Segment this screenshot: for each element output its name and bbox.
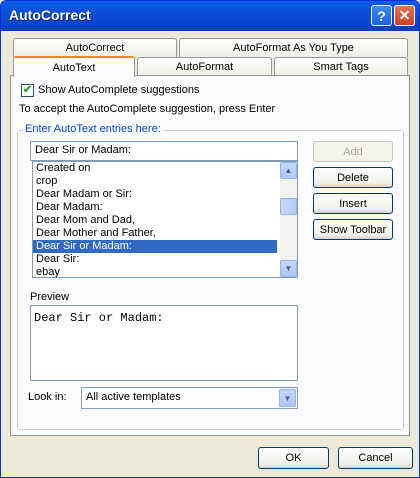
preview-box: Dear Sir or Madam: [30,305,298,381]
delete-button[interactable]: Delete [313,167,393,188]
scroll-up-button[interactable]: ▲ [280,162,297,179]
list-item[interactable]: ebay [33,266,277,277]
preview-text: Dear Sir or Madam: [34,311,164,325]
add-button-label: Add [343,145,363,158]
insert-button[interactable]: Insert [313,193,393,214]
insert-button-label: Insert [339,197,367,210]
preview-label: Preview [30,291,70,303]
help-icon: ? [377,7,386,24]
delete-button-label: Delete [337,171,369,184]
autotext-entries-list[interactable]: Created on crop Dear Madam or Sir: Dear … [32,161,298,278]
checkmark-icon: ✔ [22,84,33,96]
list-item[interactable]: Dear Mom and Dad, [33,214,277,227]
tab-label: AutoCorrect [65,42,125,54]
list-item[interactable]: Dear Madam: [33,201,277,214]
list-scrollbar[interactable]: ▲ ▼ [280,162,297,277]
tab-label: AutoFormat [175,61,234,73]
dropdown-button[interactable]: ▼ [279,389,296,407]
tab-autoformat[interactable]: AutoFormat [137,57,272,76]
list-item[interactable]: Dear Madam or Sir: [33,188,277,201]
ok-button[interactable]: OK [258,447,329,469]
tab-label: AutoFormat As You Type [233,42,354,54]
list-item[interactable]: Created on [33,162,277,175]
autocorrect-dialog: AutoCorrect ? ✕ AutoCorrect AutoFormat A… [0,0,420,478]
close-button[interactable]: ✕ [394,5,415,26]
help-button[interactable]: ? [371,5,392,26]
autotext-entry-input[interactable]: Dear Sir or Madam: [30,141,298,161]
tab-autotext[interactable]: AutoText [13,56,135,77]
list-item[interactable]: Dear Sir: [33,253,277,266]
look-in-value: All active templates [86,391,181,403]
autotext-panel: ✔ Show AutoComplete suggestions To accep… [10,75,410,436]
look-in-dropdown[interactable]: All active templates ▼ [81,387,298,409]
chevron-up-icon: ▲ [284,166,293,175]
show-toolbar-button[interactable]: Show Toolbar [313,219,393,240]
show-toolbar-button-label: Show Toolbar [319,223,387,236]
cancel-button-label: Cancel [358,452,393,464]
ok-button-label: OK [285,452,302,464]
tab-autoformat-as-you-type[interactable]: AutoFormat As You Type [179,38,408,57]
look-in-label: Look in: [28,391,67,403]
chevron-down-icon: ▼ [284,264,293,273]
tab-autocorrect[interactable]: AutoCorrect [13,38,177,57]
cancel-button[interactable]: Cancel [338,447,413,469]
title-bar[interactable]: AutoCorrect ? ✕ [1,1,419,31]
entry-input-value: Dear Sir or Madam: [35,144,131,156]
list-item-selected[interactable]: Dear Sir or Madam: [33,240,277,253]
show-suggestions-label: Show AutoComplete suggestions [38,84,200,96]
entries-label: Enter AutoText entries here: [23,123,163,135]
list-item[interactable]: crop [33,175,277,188]
close-icon: ✕ [398,7,411,23]
tab-smart-tags[interactable]: Smart Tags [274,57,408,76]
scroll-thumb[interactable] [280,198,297,215]
accept-hint-text: To accept the AutoComplete suggestion, p… [19,103,276,115]
show-suggestions-checkbox[interactable]: ✔ [21,84,34,97]
scroll-down-button[interactable]: ▼ [280,260,297,277]
list-item[interactable]: Dear Mother and Father, [33,227,277,240]
window-title: AutoCorrect [9,7,91,23]
tab-label: Smart Tags [313,61,369,73]
tab-label: AutoText [52,61,96,74]
chevron-down-icon: ▼ [283,393,292,403]
add-button[interactable]: Add [313,141,393,162]
